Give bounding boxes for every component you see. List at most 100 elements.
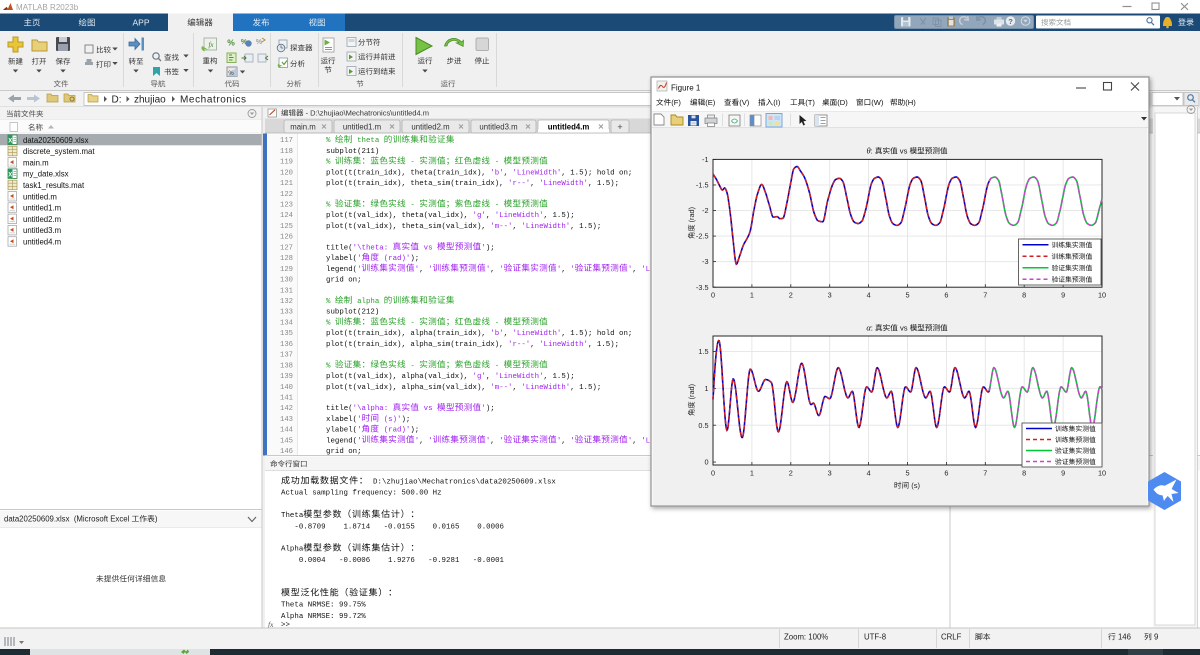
svg-text:plot(t(train_idx), alpha_sim(t: plot(t(train_idx), alpha_sim(train_idx), bbox=[326, 341, 508, 349]
svg-text:plot(t(train_idx), theta_sim(t: plot(t(train_idx), theta_sim(train_idx), bbox=[326, 180, 508, 188]
svg-text:-1.5: -1.5 bbox=[696, 181, 709, 190]
svg-text:'g': 'g' bbox=[473, 373, 486, 381]
svg-text:'g': 'g' bbox=[473, 212, 486, 220]
svg-text:);: ); bbox=[410, 427, 419, 435]
svg-text:,: , bbox=[530, 341, 539, 349]
svg-text:1: 1 bbox=[750, 291, 754, 300]
svg-text:'b': 'b' bbox=[490, 169, 503, 177]
svg-text:vs: vs bbox=[419, 244, 437, 252]
svg-text:120: 120 bbox=[280, 169, 293, 177]
svg-text:%: % bbox=[326, 159, 335, 167]
svg-text:untitled1.m: untitled1.m bbox=[343, 123, 381, 132]
svg-text:CRLF: CRLF bbox=[941, 633, 962, 642]
svg-text:main.m: main.m bbox=[290, 123, 316, 132]
svg-text:118: 118 bbox=[280, 148, 293, 156]
svg-text:,: , bbox=[561, 437, 570, 445]
svg-text:title(: title( bbox=[326, 405, 353, 413]
svg-text:,: , bbox=[504, 169, 513, 177]
svg-text:%: % bbox=[326, 362, 335, 370]
svg-text:9: 9 bbox=[1061, 291, 1065, 300]
svg-text:': ' bbox=[357, 266, 361, 274]
svg-text:Theta NRMSE: 99.75%: Theta NRMSE: 99.75% bbox=[281, 602, 366, 610]
svg-text:, 1.5);: , 1.5); bbox=[570, 384, 601, 392]
svg-text:(rad): (rad) bbox=[687, 207, 696, 224]
svg-text:6: 6 bbox=[944, 291, 948, 300]
svg-text:1.5: 1.5 bbox=[698, 347, 708, 356]
svg-text:'\alpha:: '\alpha: bbox=[353, 405, 393, 413]
svg-text:(s): (s) bbox=[909, 481, 920, 490]
svg-text:145: 145 bbox=[280, 437, 293, 445]
svg-text:%: % bbox=[326, 298, 335, 306]
svg-text:Alpha: Alpha bbox=[281, 546, 304, 554]
svg-text:Figure 1: Figure 1 bbox=[671, 84, 701, 93]
svg-text:-: - bbox=[490, 159, 503, 167]
svg-text:+: + bbox=[617, 122, 622, 132]
svg-text:Mechatronics: Mechatronics bbox=[180, 95, 246, 106]
svg-text:135: 135 bbox=[280, 330, 293, 338]
svg-text:(T): (T) bbox=[805, 98, 815, 107]
svg-text:'LineWidth': 'LineWidth' bbox=[539, 180, 588, 188]
svg-text:, 1.5);: , 1.5); bbox=[544, 373, 575, 381]
svg-text:'LineWidth': 'LineWidth' bbox=[539, 341, 588, 349]
svg-text:plot(t(train_idx), theta(train: plot(t(train_idx), theta(train_idx), bbox=[326, 169, 490, 177]
svg-text:title(: title( bbox=[326, 244, 353, 252]
svg-text:141: 141 bbox=[280, 394, 293, 402]
svg-text:main.m: main.m bbox=[23, 158, 49, 167]
svg-text:,: , bbox=[512, 223, 521, 231]
svg-text:134: 134 bbox=[280, 319, 293, 327]
svg-text:Theta: Theta bbox=[281, 512, 304, 520]
svg-text:': ' bbox=[428, 266, 432, 274]
svg-text:128: 128 bbox=[280, 255, 293, 263]
svg-text:-: - bbox=[406, 362, 419, 370]
svg-text:, 1.5); hold on;: , 1.5); hold on; bbox=[561, 169, 632, 177]
svg-text:,: , bbox=[504, 330, 513, 338]
svg-text:0: 0 bbox=[711, 469, 715, 478]
svg-text:117: 117 bbox=[280, 137, 293, 145]
svg-text:-: - bbox=[406, 159, 419, 167]
svg-text:,: , bbox=[490, 437, 499, 445]
svg-text:);: ); bbox=[410, 255, 419, 263]
svg-text:Actual sampling frequency: 500: Actual sampling frequency: 500.00 Hz bbox=[281, 490, 442, 498]
svg-text:legend(: legend( bbox=[326, 266, 357, 274]
svg-text:%: % bbox=[256, 39, 262, 46]
svg-text:untitled4.m: untitled4.m bbox=[23, 238, 61, 247]
svg-text:': ' bbox=[357, 416, 361, 424]
svg-text:'LineWidth': 'LineWidth' bbox=[512, 169, 561, 177]
svg-text:7: 7 bbox=[983, 291, 987, 300]
svg-text:(rad)': (rad)' bbox=[379, 427, 410, 435]
svg-text:data20250609.xlsx: data20250609.xlsx bbox=[23, 136, 89, 145]
svg-text:': ' bbox=[570, 266, 574, 274]
svg-text:,: , bbox=[632, 266, 641, 274]
svg-text:'r--': 'r--' bbox=[508, 180, 530, 188]
svg-text:(s)': (s)' bbox=[379, 416, 401, 424]
svg-text:4: 4 bbox=[867, 291, 871, 300]
svg-text:'b': 'b' bbox=[490, 330, 503, 338]
svg-text:, 1.5);: , 1.5); bbox=[544, 212, 575, 220]
svg-text:'LineWidth': 'LineWidth' bbox=[512, 330, 561, 338]
svg-text:Alpha NRMSE: 99.72%: Alpha NRMSE: 99.72% bbox=[281, 613, 366, 621]
svg-text:139: 139 bbox=[280, 373, 293, 381]
svg-text:,: , bbox=[490, 266, 499, 274]
svg-text:fx: fx bbox=[208, 41, 214, 49]
svg-text:1: 1 bbox=[750, 469, 754, 478]
svg-text:, 1.5);: , 1.5); bbox=[588, 180, 619, 188]
svg-text:untitled3.m: untitled3.m bbox=[23, 226, 61, 235]
svg-text:untitled.m: untitled.m bbox=[23, 192, 57, 201]
svg-text:subplot(212): subplot(212) bbox=[326, 309, 379, 317]
svg-text:125: 125 bbox=[280, 223, 293, 231]
svg-text:143: 143 bbox=[280, 416, 293, 424]
svg-text:122: 122 bbox=[280, 191, 293, 199]
svg-text:);: ); bbox=[401, 416, 410, 424]
svg-text:138: 138 bbox=[280, 362, 293, 370]
svg-text:': ' bbox=[357, 437, 361, 445]
svg-text:APP: APP bbox=[133, 18, 150, 28]
svg-text:plot(t(train_idx), alpha(train: plot(t(train_idx), alpha(train_idx), bbox=[326, 330, 490, 338]
svg-text::: : bbox=[871, 147, 875, 156]
svg-text:132: 132 bbox=[280, 298, 293, 306]
svg-text:%: % bbox=[326, 202, 335, 210]
svg-text:, 1.5);: , 1.5); bbox=[588, 341, 619, 349]
svg-text:xlabel(: xlabel( bbox=[326, 416, 357, 424]
svg-text:(rad)': (rad)' bbox=[379, 255, 410, 263]
svg-text:2: 2 bbox=[789, 469, 793, 478]
svg-text:129: 129 bbox=[280, 266, 293, 274]
